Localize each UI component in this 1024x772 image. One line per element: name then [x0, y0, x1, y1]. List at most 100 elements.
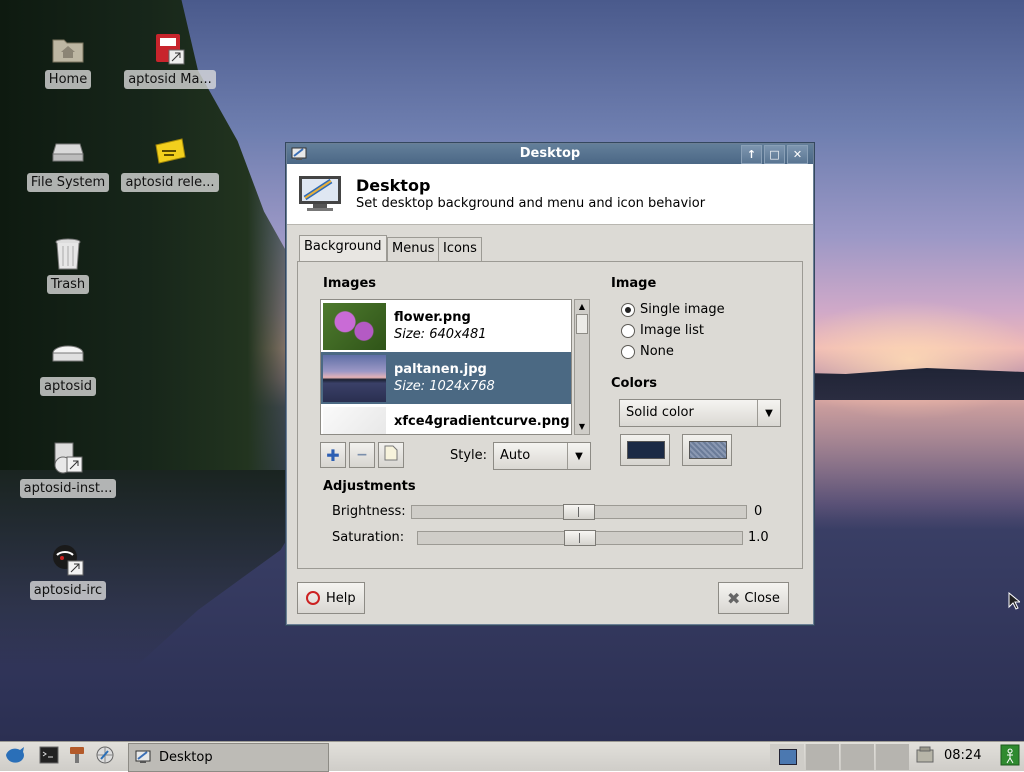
chevron-down-icon: ▼: [567, 443, 590, 469]
network-icon: [915, 746, 935, 768]
desktop-icon-aptosid-install[interactable]: aptosid-inst...: [18, 441, 118, 498]
desktop-icon-aptosid-manual[interactable]: aptosid Ma...: [120, 32, 220, 89]
desktop-settings-icon: [135, 749, 151, 769]
image-name: xfce4gradientcurve.png: [394, 414, 570, 429]
irc-icon: [51, 543, 85, 577]
scroll-down-icon[interactable]: ▼: [576, 421, 588, 433]
desktop-icon-home[interactable]: Home: [18, 32, 118, 89]
tab-icons[interactable]: Icons: [438, 237, 482, 261]
arrow-up-icon: ↑: [746, 148, 757, 161]
window-maximize-button[interactable]: □: [764, 145, 785, 164]
dialog-header: Desktop Set desktop background and menu …: [287, 164, 813, 225]
exit-icon: [1000, 744, 1020, 770]
terminal-launcher[interactable]: [36, 744, 62, 770]
tab-background[interactable]: Background: [299, 235, 387, 261]
window-shade-button[interactable]: ↑: [741, 145, 762, 164]
workspace-1[interactable]: [770, 744, 804, 770]
workspace-3[interactable]: [840, 744, 874, 770]
primary-color-button[interactable]: [620, 434, 670, 466]
drive-icon: [51, 339, 85, 373]
browser-launcher[interactable]: [92, 744, 118, 770]
secondary-color-swatch: [689, 441, 727, 459]
tab-menus[interactable]: Menus: [387, 237, 440, 261]
primary-color-swatch: [627, 441, 665, 459]
home-folder-icon: [51, 32, 85, 66]
notification-area-item[interactable]: [912, 744, 938, 770]
saturation-slider-thumb[interactable]: [564, 530, 596, 546]
style-label: Style:: [450, 448, 488, 463]
window-titlebar[interactable]: Desktop ↑ □ ✕: [287, 144, 813, 164]
scroll-up-icon[interactable]: ▲: [576, 301, 588, 313]
help-button-label: Help: [326, 590, 356, 606]
desktop-icon-aptosid-irc[interactable]: aptosid-irc: [18, 543, 118, 600]
adjustments-section-heading: Adjustments: [323, 479, 416, 494]
brightness-slider[interactable]: [411, 504, 747, 520]
paltanen-thumbnail: [323, 355, 386, 402]
desktop-icon-aptosid[interactable]: aptosid: [18, 339, 118, 396]
desktop-settings-icon: [297, 174, 343, 218]
brightness-slider-thumb[interactable]: [563, 504, 595, 520]
secondary-color-button[interactable]: [682, 434, 732, 466]
task-label: Desktop: [159, 750, 213, 765]
image-size: Size: 640x481: [394, 327, 487, 342]
minus-icon: −: [356, 447, 368, 463]
close-icon: ✕: [792, 148, 803, 161]
saturation-label: Saturation:: [332, 530, 405, 545]
dialog-subtitle: Set desktop background and menu and icon…: [356, 196, 706, 211]
list-item[interactable]: paltanen.jpg Size: 1024x768: [321, 352, 571, 404]
desktop-icon-trash[interactable]: Trash: [18, 237, 118, 294]
image-list-scrollbar[interactable]: ▲ ▼: [574, 299, 590, 435]
image-size: Size: 1024x768: [394, 379, 495, 394]
brightness-label: Brightness:: [332, 504, 406, 519]
add-image-button[interactable]: ✚: [320, 442, 346, 468]
color-mode-select[interactable]: Solid color ▼: [619, 399, 781, 427]
radio-indicator[interactable]: [621, 324, 635, 338]
mouse-pointer-icon: [1008, 591, 1022, 614]
radio-indicator[interactable]: [621, 345, 635, 359]
close-button-label: Close: [744, 590, 780, 606]
trash-icon: [51, 237, 85, 271]
image-list[interactable]: flower.png Size: 640x481 paltanen.jpg Si…: [320, 299, 572, 435]
desktop-icon-label: File System: [26, 173, 110, 192]
desktop-icon-label: aptosid-inst...: [19, 479, 117, 498]
installer-icon: [51, 441, 85, 475]
style-select[interactable]: Auto ▼: [493, 442, 591, 470]
maximize-icon: □: [769, 148, 780, 161]
desktop-icon-label: Home: [44, 70, 92, 89]
image-name: flower.png: [394, 310, 471, 325]
settings-launcher[interactable]: [64, 744, 90, 770]
radio-indicator[interactable]: [621, 303, 635, 317]
release-notes-icon: [153, 135, 187, 169]
help-icon: [306, 591, 320, 605]
xfce-mouse-icon: [4, 745, 26, 769]
applications-menu-button[interactable]: [2, 744, 28, 770]
workspace-window-preview: [779, 749, 797, 765]
workspace-4[interactable]: [875, 744, 909, 770]
desktop-icon-file-system[interactable]: File System: [18, 135, 118, 192]
brightness-value: 0: [754, 504, 763, 519]
close-icon: ✖: [727, 588, 741, 608]
desktop-icon-label: Trash: [46, 275, 90, 294]
list-item[interactable]: flower.png Size: 640x481: [321, 300, 571, 352]
clock[interactable]: 08:24: [944, 748, 981, 763]
remove-image-button[interactable]: −: [349, 442, 375, 468]
taskbar-task-desktop[interactable]: Desktop: [128, 743, 329, 772]
taskbar: Desktop 08:24: [0, 741, 1024, 772]
plus-icon: ✚: [326, 445, 340, 465]
workspace-2[interactable]: [805, 744, 839, 770]
logout-button[interactable]: [997, 744, 1023, 770]
desktop-icon-label: aptosid-irc: [29, 581, 107, 600]
harddisk-icon: [51, 135, 85, 169]
manual-icon: [153, 32, 187, 66]
desktop-icon-label: aptosid rele...: [121, 173, 219, 192]
desktop-icon-aptosid-release[interactable]: aptosid rele...: [120, 135, 220, 192]
images-section-heading: Images: [323, 276, 377, 291]
close-button[interactable]: ✖ Close: [718, 582, 789, 614]
saturation-slider[interactable]: [417, 530, 743, 546]
new-list-button[interactable]: [378, 442, 404, 468]
image-name: paltanen.jpg: [394, 362, 487, 377]
window-close-button[interactable]: ✕: [787, 145, 808, 164]
scrollbar-thumb[interactable]: [576, 314, 588, 334]
help-button[interactable]: Help: [297, 582, 365, 614]
list-item[interactable]: xfce4gradientcurve.png: [321, 404, 571, 434]
